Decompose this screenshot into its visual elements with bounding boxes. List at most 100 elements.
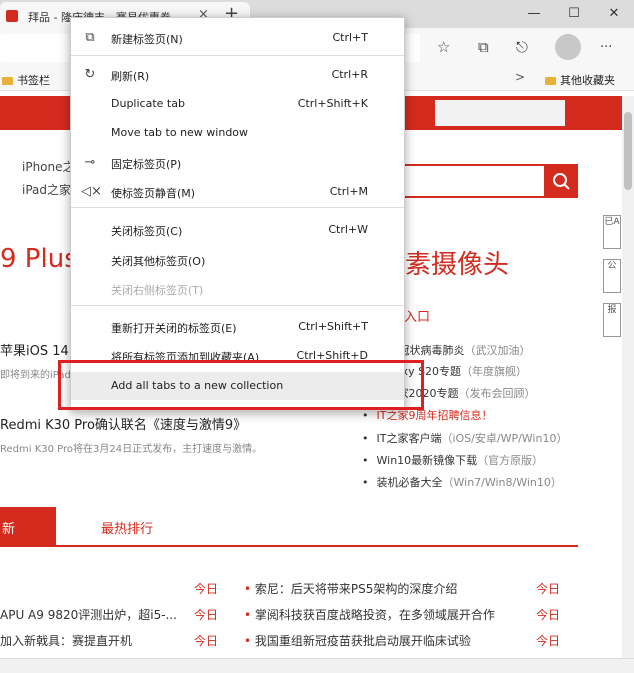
side-box[interactable]: 公 [603,259,621,293]
entry-label: 入口 [404,310,431,325]
menu-item-label: 关闭其他标签页(O) [111,255,206,268]
context-menu-item: 关闭右侧标签页(T) [71,275,404,303]
story2-subtitle: Redmi K30 Pro将在3月24日正式发布，主打速度与激情。 [0,444,263,455]
context-menu-item[interactable]: 重新打开关闭的标签页(E) Ctrl+Shift+T [71,313,404,341]
search-icon [553,173,570,190]
news-item[interactable]: • 掌阅科技获百度战略投资，在多领域展开合作 [244,606,495,623]
news-title: 掌阅科技获百度战略投资，在多领域展开合作 [254,608,495,622]
menu-item-shortcut: Ctrl+Shift+T [298,320,368,333]
tab-latest-label: 新 [2,522,16,537]
context-menu-item[interactable]: ⧉ 新建标签页(N) Ctrl+T [71,24,404,52]
highlight-annotation [58,360,424,410]
menu-item-label: 固定标签页(P) [111,158,182,171]
other-favorites-folder[interactable]: 其他收藏夹 [545,72,615,88]
nav-login-area[interactable] [435,100,565,126]
share-icon[interactable]: ⎋ [516,38,528,56]
headline-left[interactable]: 9 Plus [0,244,78,274]
menu-item-icon: ◁× [81,184,102,199]
topic-note: （Win7/Win8/Win10） [442,476,562,489]
menu-item-label: Move tab to new window [111,126,249,139]
menu-item-icon: ↻ [84,67,96,82]
bullet: • [244,608,255,622]
topic-note: （官方原版） [477,454,544,467]
topic-link: 装机必备大全 [376,476,443,489]
context-menu-item[interactable]: Duplicate tab Ctrl+Shift+K [71,90,404,118]
bullet: • [362,454,369,467]
site-favicon-icon [6,10,18,22]
topic-list-item[interactable]: • IT之家客户端（iOS/安卓/WP/Win10） [362,430,567,446]
topic-link: IT之家客户端 [376,432,442,445]
bullet: • [244,634,255,648]
news-item[interactable]: APU A9 9820评测出炉，超i5-... [0,606,177,623]
news-item[interactable]: • 我国重组新冠疫苗获批启动展开临床试验 [244,632,471,649]
favorites-chevron-icon[interactable]: > [515,70,525,84]
menu-item-label: 新建标签页(N) [111,33,183,46]
menu-item-label: 重新打开关闭的标签页(E) [111,322,237,335]
profile-avatar[interactable] [555,34,581,60]
topic-note: （iOS/安卓/WP/Win10） [441,432,568,445]
news-date: 今日 [536,582,561,596]
bullet: • [244,582,255,596]
news-date: 今日 [536,634,561,648]
tab-context-menu: ⧉ 新建标签页(N) Ctrl+T ↻ 刷新(R) Ctrl+R Duplicate tab… [70,17,405,411]
maximize-button[interactable]: ☐ [554,0,594,28]
news-item[interactable]: 加入新戟具：赛提直开机 [0,632,132,649]
bullet: • [362,432,369,445]
news-date: 今日 [194,608,219,622]
tab-hot-ranking[interactable]: 最热排行 [101,518,153,537]
news-title: 我国重组新冠疫苗获批启动展开临床试验 [254,634,471,648]
side-float-bar: 已A 公 报 [600,215,622,365]
topic-link: Win10最新镜像下载 [376,454,478,467]
topic-list-item[interactable]: • Win10最新镜像下载（官方原版） [362,452,543,468]
menu-item-label: 刷新(R) [111,70,150,83]
scrollbar-thumb[interactable] [624,112,632,190]
favorites-bar-folder[interactable]: 书签栏 [2,72,50,88]
context-menu-item[interactable]: 关闭其他标签页(O) [71,246,404,274]
topic-note: （武汉加油） [464,344,531,357]
bullet: • [362,476,369,489]
menu-item-label: Duplicate tab [111,97,185,110]
story1-title[interactable]: 苹果iOS 14 [0,340,69,359]
context-menu-item[interactable]: ⊸ 固定标签页(P) [71,149,404,177]
folder-icon [545,77,556,85]
menu-item-icon: ⧉ [85,30,95,45]
topic-note: （发布会回顾） [458,387,536,400]
menu-item-label: 使标签页静音(M) [111,187,196,200]
menu-item-shortcut: Ctrl+Shift+K [297,97,368,110]
menu-item-shortcut: Ctrl+M [329,185,368,198]
story2-title[interactable]: Redmi K30 Pro确认联名《速度与激情9》 [0,414,246,433]
topic-list-item[interactable]: • 装机必备大全（Win7/Win8/Win10） [362,474,562,490]
news-date: 今日 [194,634,219,648]
side-box[interactable]: 报 [603,303,621,337]
headline-right[interactable]: 素摄像头 [405,244,509,281]
news-date: 今日 [536,608,561,622]
topic-note: （年度旗舰） [461,365,528,378]
collections-icon[interactable]: ⧉ [478,38,489,56]
news-date: 今日 [194,582,219,596]
news-item[interactable]: • 索尼：后天将带来PS5架构的深度介绍 [244,580,457,597]
side-box[interactable]: 已A [603,215,621,249]
horizontal-scrollbar[interactable] [0,658,634,673]
menu-item-shortcut: Ctrl+R [331,68,368,81]
menu-separator [71,207,404,208]
menu-separator [71,305,404,306]
menu-item-label: 关闭标签页(C) [111,225,183,238]
tab-underline [0,545,578,547]
menu-item-shortcut: Ctrl+T [332,31,368,44]
favorite-star-icon[interactable]: ☆ [437,38,450,56]
context-menu-item[interactable]: Move tab to new window [71,119,404,147]
context-menu-item[interactable]: ◁× 使标签页静音(M) Ctrl+M [71,178,404,206]
more-menu-icon[interactable]: ··· [600,40,612,55]
context-menu-item[interactable]: ↻ 刷新(R) Ctrl+R [71,61,404,89]
menu-item-icon: ⊸ [84,155,96,170]
menu-item-label: 关闭右侧标签页(T) [111,284,204,297]
site-search-button[interactable] [544,164,578,198]
context-menu-item[interactable]: 关闭标签页(C) Ctrl+W [71,216,404,244]
link-ipad[interactable]: iPad之家 [22,181,71,198]
minimize-button[interactable]: — [514,0,554,28]
menu-separator [71,55,404,56]
tab-latest[interactable]: 新 [0,507,56,545]
window-close-button[interactable]: ✕ [594,0,634,28]
other-favorites-label: 其他收藏夹 [560,74,615,87]
news-title: 索尼：后天将带来PS5架构的深度介绍 [254,582,458,596]
